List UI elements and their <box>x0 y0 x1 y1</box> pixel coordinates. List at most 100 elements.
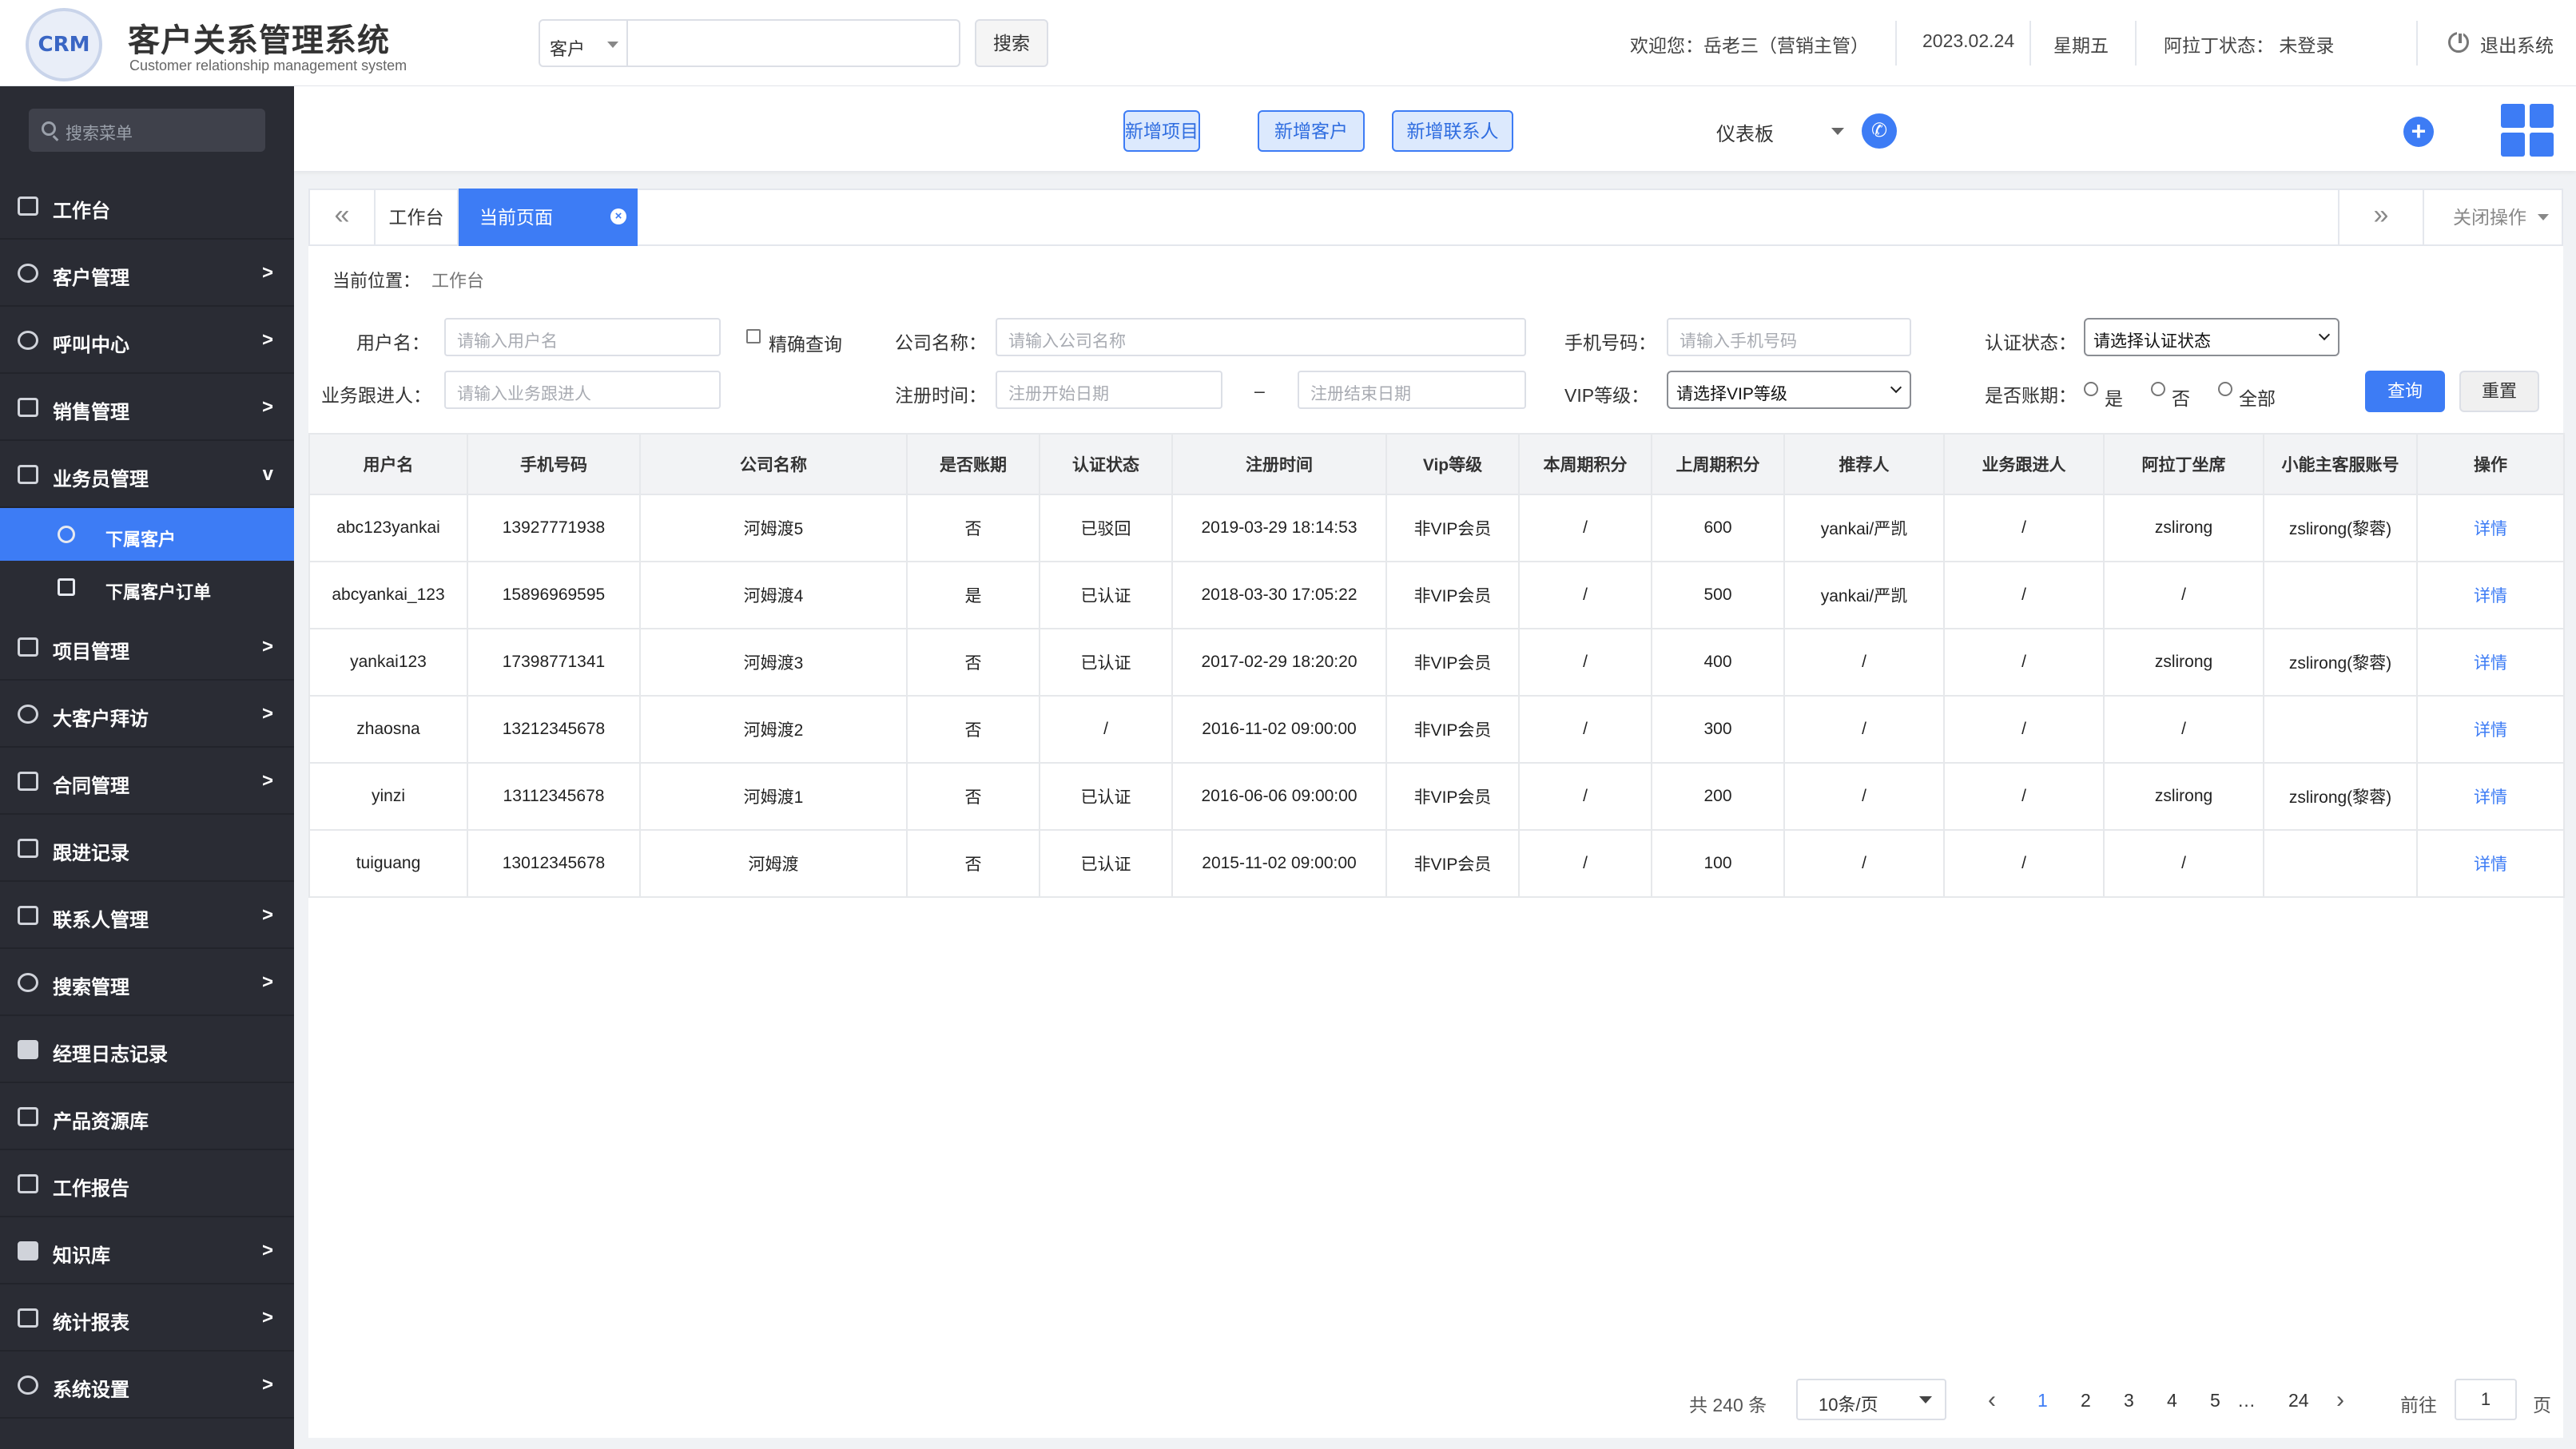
radio-yes-label: 是 <box>2105 388 2123 409</box>
close-operations-dropdown[interactable]: 关闭操作 <box>2423 190 2563 244</box>
menu-search-input[interactable]: 搜索菜单 <box>29 109 265 152</box>
tab-scroll-left-icon[interactable]: « <box>310 190 376 244</box>
cell-company: 河姆渡1 <box>639 762 908 831</box>
dashboard-dropdown[interactable]: 仪表板 <box>1716 118 1774 146</box>
radio-all-label: 全部 <box>2239 388 2276 409</box>
chevron-down-icon <box>2318 328 2331 341</box>
cell-referrer: / <box>1783 762 1945 831</box>
monitor-icon <box>18 197 38 216</box>
account-period-all-radio[interactable] <box>2218 382 2232 396</box>
new-customer-button[interactable]: 新增客户 <box>1258 110 1365 152</box>
phone-icon[interactable]: ✆ <box>1862 113 1897 149</box>
global-search-input[interactable] <box>628 19 960 67</box>
account-period-yes-radio[interactable] <box>2084 382 2098 396</box>
sidebar-item-sales[interactable]: 销售管理 > <box>0 374 294 441</box>
new-project-button[interactable]: 新增项目 <box>1123 110 1200 152</box>
sidebar-item-followups[interactable]: 跟进记录 <box>0 815 294 882</box>
auth-status-select[interactable]: 请选择认证状态 <box>2084 318 2339 356</box>
sidebar-subitem-subordinate-orders[interactable]: 下属客户订单 <box>0 561 294 613</box>
sidebar-item-label: 系统设置 <box>53 1380 129 1401</box>
cell-aladdin-seat: zslirong <box>2103 628 2264 697</box>
follower-input[interactable]: 请输入业务跟进人 <box>444 371 721 409</box>
cell-vip-level: 非VIP会员 <box>1385 628 1520 697</box>
register-end-date[interactable]: 注册结束日期 <box>1298 371 1526 409</box>
username-input[interactable]: 请输入用户名 <box>444 318 721 356</box>
prev-page-icon[interactable]: ‹ <box>1988 1387 1996 1414</box>
sidebar-item-call-center[interactable]: 呼叫中心 > <box>0 307 294 374</box>
details-link[interactable]: 详情 <box>2416 829 2565 898</box>
sidebar-item-salesman[interactable]: 业务员管理 v <box>0 441 294 508</box>
logo-text: CRM <box>38 33 90 57</box>
page-number[interactable]: 3 <box>2124 1390 2134 1411</box>
sidebar-item-contacts[interactable]: 联系人管理 > <box>0 882 294 949</box>
tab-workbench[interactable]: 工作台 <box>376 190 459 244</box>
cell-follower: / <box>1943 829 2105 898</box>
vip-level-select[interactable]: 请选择VIP等级 <box>1667 371 1911 409</box>
close-icon[interactable]: × <box>610 208 626 224</box>
page-number[interactable]: 4 <box>2167 1390 2177 1411</box>
phone-input[interactable]: 请输入手机号码 <box>1667 318 1911 356</box>
sidebar-item-contracts[interactable]: 合同管理 > <box>0 748 294 815</box>
sidebar-item-work-report[interactable]: 工作报告 <box>0 1150 294 1217</box>
global-search-button[interactable]: 搜索 <box>975 19 1048 67</box>
page-number[interactable]: 24 <box>2288 1390 2309 1411</box>
details-link[interactable]: 详情 <box>2416 695 2565 764</box>
page-ellipsis[interactable]: … <box>2237 1390 2256 1411</box>
search-icon <box>18 973 38 992</box>
details-link[interactable]: 详情 <box>2416 628 2565 697</box>
chevron-down-icon[interactable] <box>1831 128 1844 135</box>
goto-label: 前往 <box>2400 1395 2437 1415</box>
add-icon[interactable]: + <box>2403 117 2434 147</box>
cell-register-time: 2015-11-02 09:00:00 <box>1171 829 1387 898</box>
company-input[interactable]: 请输入公司名称 <box>996 318 1526 356</box>
register-start-date[interactable]: 注册开始日期 <box>996 371 1222 409</box>
search-type-select[interactable]: 客户 <box>539 19 628 67</box>
sidebar-item-manager-log[interactable]: 经理日志记录 <box>0 1016 294 1083</box>
cell-auth-status: 已认证 <box>1039 628 1173 697</box>
power-icon[interactable] <box>2448 32 2469 53</box>
column-header: 注册时间 <box>1171 433 1387 495</box>
query-button[interactable]: 查询 <box>2365 371 2445 412</box>
sidebar-item-label: 呼叫中心 <box>53 335 129 356</box>
sidebar-item-product-library[interactable]: 产品资源库 <box>0 1083 294 1150</box>
cell-phone: 13927771938 <box>467 494 641 562</box>
cell-current-points: / <box>1518 762 1652 831</box>
cell-username: yinzi <box>308 762 468 831</box>
sidebar-item-statistics[interactable]: 统计报表 > <box>0 1284 294 1352</box>
new-contact-button[interactable]: 新增联系人 <box>1392 110 1513 152</box>
search-icon <box>42 121 56 136</box>
tab-current-page[interactable]: 当前页面 × <box>459 189 638 246</box>
tab-scroll-right-icon[interactable]: » <box>2338 190 2423 244</box>
breadcrumb-item[interactable]: 工作台 <box>431 271 484 291</box>
details-link[interactable]: 详情 <box>2416 762 2565 831</box>
goto-page-input[interactable]: 1 <box>2455 1379 2517 1420</box>
logout-link[interactable]: 退出系统 <box>2480 30 2554 58</box>
chevron-right-icon: > <box>261 1240 273 1261</box>
sidebar-item-label: 跟进记录 <box>53 843 129 864</box>
cell-vip-level: 非VIP会员 <box>1385 561 1520 629</box>
sidebar-item-settings[interactable]: 系统设置 > <box>0 1352 294 1419</box>
sidebar-item-workbench[interactable]: 工作台 <box>0 173 294 240</box>
sidebar-item-key-visits[interactable]: 大客户拜访 > <box>0 681 294 748</box>
details-link[interactable]: 详情 <box>2416 494 2565 562</box>
page-number[interactable]: 1 <box>2037 1390 2048 1411</box>
order-icon <box>58 578 75 596</box>
sidebar-item-label: 搜索管理 <box>53 977 129 998</box>
column-header: 推荐人 <box>1783 433 1945 495</box>
cell-auth-status: 已认证 <box>1039 829 1173 898</box>
sidebar-item-projects[interactable]: 项目管理 > <box>0 613 294 681</box>
next-page-icon[interactable]: › <box>2336 1387 2344 1414</box>
reset-button[interactable]: 重置 <box>2459 371 2539 412</box>
exact-query-checkbox[interactable] <box>746 329 761 343</box>
page-size-select[interactable]: 10条/页 <box>1796 1379 1946 1420</box>
sidebar-subitem-subordinate-customers[interactable]: 下属客户 <box>0 508 294 561</box>
table-body: abc123yankai 13927771938 河姆渡5 否已驳回 2019-03-2… <box>308 494 2565 898</box>
sidebar-item-knowledge-base[interactable]: 知识库 > <box>0 1217 294 1284</box>
apps-grid-icon[interactable] <box>2501 104 2554 157</box>
page-number[interactable]: 5 <box>2210 1390 2220 1411</box>
sidebar-item-search-mgmt[interactable]: 搜索管理 > <box>0 949 294 1016</box>
account-period-no-radio[interactable] <box>2151 382 2165 396</box>
page-number[interactable]: 2 <box>2081 1390 2091 1411</box>
sidebar-item-customers[interactable]: 客户管理 > <box>0 240 294 307</box>
details-link[interactable]: 详情 <box>2416 561 2565 629</box>
